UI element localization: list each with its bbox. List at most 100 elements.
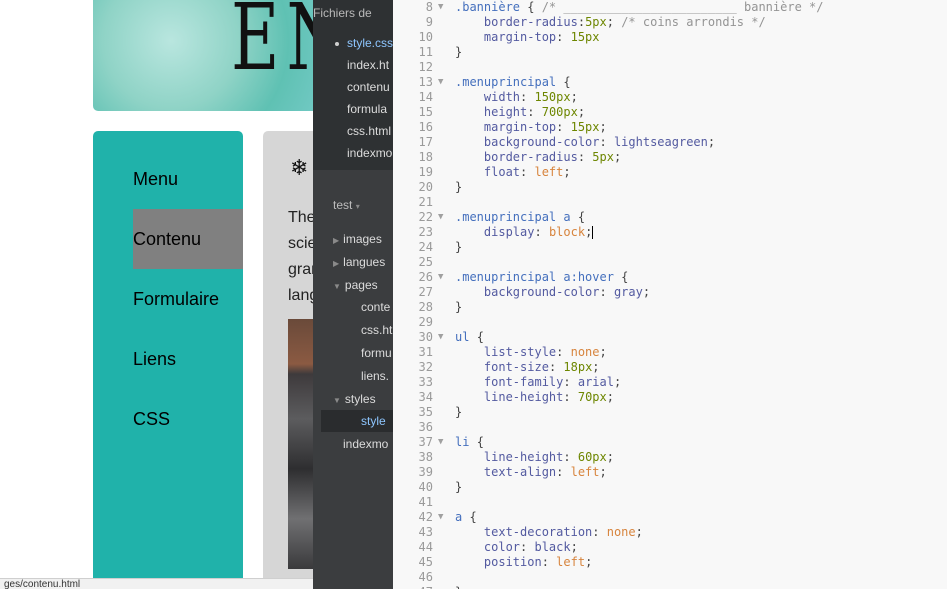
fold-arrow-icon[interactable]: ▼ bbox=[438, 210, 443, 225]
working-file-indexmo[interactable]: indexmo bbox=[347, 146, 392, 160]
code-line[interactable]: 14 width: 150px; bbox=[393, 90, 947, 105]
working-file-style-css[interactable]: style.css bbox=[347, 36, 393, 50]
code-line[interactable]: 12 bbox=[393, 60, 947, 75]
code-line[interactable]: 30 ▼ ul { bbox=[393, 330, 947, 345]
working-file-contenu[interactable]: contenu bbox=[347, 80, 390, 94]
code-line[interactable]: 28} bbox=[393, 300, 947, 315]
code-line[interactable]: 21 bbox=[393, 195, 947, 210]
file-style-css[interactable]: style bbox=[361, 414, 386, 428]
code-line[interactable]: 41 bbox=[393, 495, 947, 510]
code-line[interactable]: 26 ▼ .menuprincipal a:hover { bbox=[393, 270, 947, 285]
menu-link-formulaire[interactable]: Formulaire bbox=[133, 269, 243, 329]
folder-label: styles bbox=[344, 392, 376, 406]
line-number: 24 bbox=[418, 240, 433, 254]
menu-link-menu[interactable]: Menu bbox=[133, 149, 243, 209]
code-line[interactable]: 45 position: left; bbox=[393, 555, 947, 570]
file-css-html[interactable]: css.ht bbox=[361, 323, 392, 337]
code-line[interactable]: 16 margin-top: 15px; bbox=[393, 120, 947, 135]
code-line[interactable]: 47} bbox=[393, 585, 947, 589]
browser-preview: EN Menu Contenu Formulaire Liens CSS ❄ T… bbox=[0, 0, 313, 589]
code-text: text-align: left; bbox=[483, 465, 607, 479]
caret-right-icon: ▶ bbox=[333, 259, 340, 268]
code-line[interactable]: 29 bbox=[393, 315, 947, 330]
fold-arrow-icon[interactable]: ▼ bbox=[438, 270, 443, 285]
code-text: li { bbox=[455, 435, 484, 449]
code-line[interactable]: 8 ▼ .bannière { /* _______________________… bbox=[393, 0, 947, 15]
code-line[interactable]: 44 color: black; bbox=[393, 540, 947, 555]
line-number: 34 bbox=[418, 390, 433, 404]
line-number: 35 bbox=[418, 405, 433, 419]
file-contenu[interactable]: conte bbox=[361, 300, 390, 314]
menu-link-liens[interactable]: Liens bbox=[133, 329, 243, 389]
line-number: 8 bbox=[425, 0, 433, 14]
code-line[interactable]: 46 bbox=[393, 570, 947, 585]
code-line[interactable]: 40} bbox=[393, 480, 947, 495]
code-editor[interactable]: 8 ▼ .bannière { /* _______________________… bbox=[393, 0, 947, 589]
code-line[interactable]: 38 line-height: 60px; bbox=[393, 450, 947, 465]
code-line[interactable]: 36 bbox=[393, 420, 947, 435]
line-number: 28 bbox=[418, 300, 433, 314]
code-text: .menuprincipal a:hover { bbox=[455, 270, 629, 284]
project-dropdown[interactable]: test ▾ bbox=[333, 198, 364, 212]
code-line[interactable]: 25 bbox=[393, 255, 947, 270]
line-number: 22 bbox=[418, 210, 433, 224]
fold-arrow-icon[interactable]: ▼ bbox=[438, 75, 443, 90]
code-line[interactable]: 43 text-decoration: none; bbox=[393, 525, 947, 540]
code-line[interactable]: 9 border-radius:5px; /* coins arrondis *… bbox=[393, 15, 947, 30]
code-line[interactable]: 27 background-color: gray; bbox=[393, 285, 947, 300]
code-text: line-height: 70px; bbox=[483, 390, 614, 404]
code-line[interactable]: 10 margin-top: 15px bbox=[393, 30, 947, 45]
menu-link-contenu[interactable]: Contenu bbox=[133, 209, 243, 269]
menu-link-css[interactable]: CSS bbox=[133, 389, 243, 449]
code-line[interactable]: 18 border-radius: 5px; bbox=[393, 150, 947, 165]
content-image bbox=[288, 319, 313, 569]
fold-arrow-icon[interactable]: ▼ bbox=[438, 0, 443, 15]
content-paragraph: The scie gran lang bbox=[288, 205, 313, 309]
caret-down-icon: ▼ bbox=[333, 282, 341, 291]
line-number: 10 bbox=[418, 30, 433, 44]
file-formulaire[interactable]: formu bbox=[361, 346, 392, 360]
line-number: 16 bbox=[418, 120, 433, 134]
code-line[interactable]: 34 line-height: 70px; bbox=[393, 390, 947, 405]
code-line[interactable]: 42 ▼ a { bbox=[393, 510, 947, 525]
folder-images[interactable]: ▶ images bbox=[333, 232, 382, 246]
code-line[interactable]: 35} bbox=[393, 405, 947, 420]
code-line[interactable]: 32 font-size: 18px; bbox=[393, 360, 947, 375]
code-text: font-family: arial; bbox=[483, 375, 622, 389]
code-line[interactable]: 31 list-style: none; bbox=[393, 345, 947, 360]
folder-langues[interactable]: ▶ langues bbox=[333, 255, 385, 269]
fold-arrow-icon[interactable]: ▼ bbox=[438, 330, 443, 345]
code-text: color: black; bbox=[483, 540, 578, 554]
code-line[interactable]: 13 ▼ .menuprincipal { bbox=[393, 75, 947, 90]
file-indexmo[interactable]: indexmo bbox=[343, 437, 388, 451]
fold-arrow-icon[interactable]: ▼ bbox=[438, 435, 443, 450]
code-line[interactable]: 37 ▼ li { bbox=[393, 435, 947, 450]
code-line[interactable]: 22 ▼ .menuprincipal a { bbox=[393, 210, 947, 225]
code-line[interactable]: 23 display: block; bbox=[393, 225, 947, 240]
line-number: 36 bbox=[418, 420, 433, 434]
fold-arrow-icon[interactable]: ▼ bbox=[438, 510, 443, 525]
content-line: The bbox=[288, 209, 313, 226]
code-line[interactable]: 39 text-align: left; bbox=[393, 465, 947, 480]
code-text: margin-top: 15px bbox=[483, 30, 600, 44]
line-number: 29 bbox=[418, 315, 433, 329]
code-line[interactable]: 11} bbox=[393, 45, 947, 60]
banner-title: EN bbox=[231, 0, 313, 91]
code-line[interactable]: 17 background-color: lightseagreen; bbox=[393, 135, 947, 150]
code-line[interactable]: 24} bbox=[393, 240, 947, 255]
code-line[interactable]: 15 height: 700px; bbox=[393, 105, 947, 120]
content-line: scie bbox=[288, 235, 313, 252]
code-text: background-color: gray; bbox=[483, 285, 651, 299]
line-number: 45 bbox=[418, 555, 433, 569]
working-file-css-html[interactable]: css.html bbox=[347, 124, 391, 138]
project-name: test bbox=[333, 198, 353, 212]
working-file-formulaire[interactable]: formula bbox=[347, 102, 387, 116]
code-line[interactable]: 20} bbox=[393, 180, 947, 195]
working-file-index[interactable]: index.ht bbox=[347, 58, 389, 72]
folder-pages[interactable]: ▼ pages bbox=[333, 278, 378, 292]
folder-styles[interactable]: ▼ styles bbox=[333, 392, 376, 406]
code-line[interactable]: 19 float: left; bbox=[393, 165, 947, 180]
file-liens[interactable]: liens. bbox=[361, 369, 389, 383]
line-number: 13 bbox=[418, 75, 433, 89]
code-line[interactable]: 33 font-family: arial; bbox=[393, 375, 947, 390]
